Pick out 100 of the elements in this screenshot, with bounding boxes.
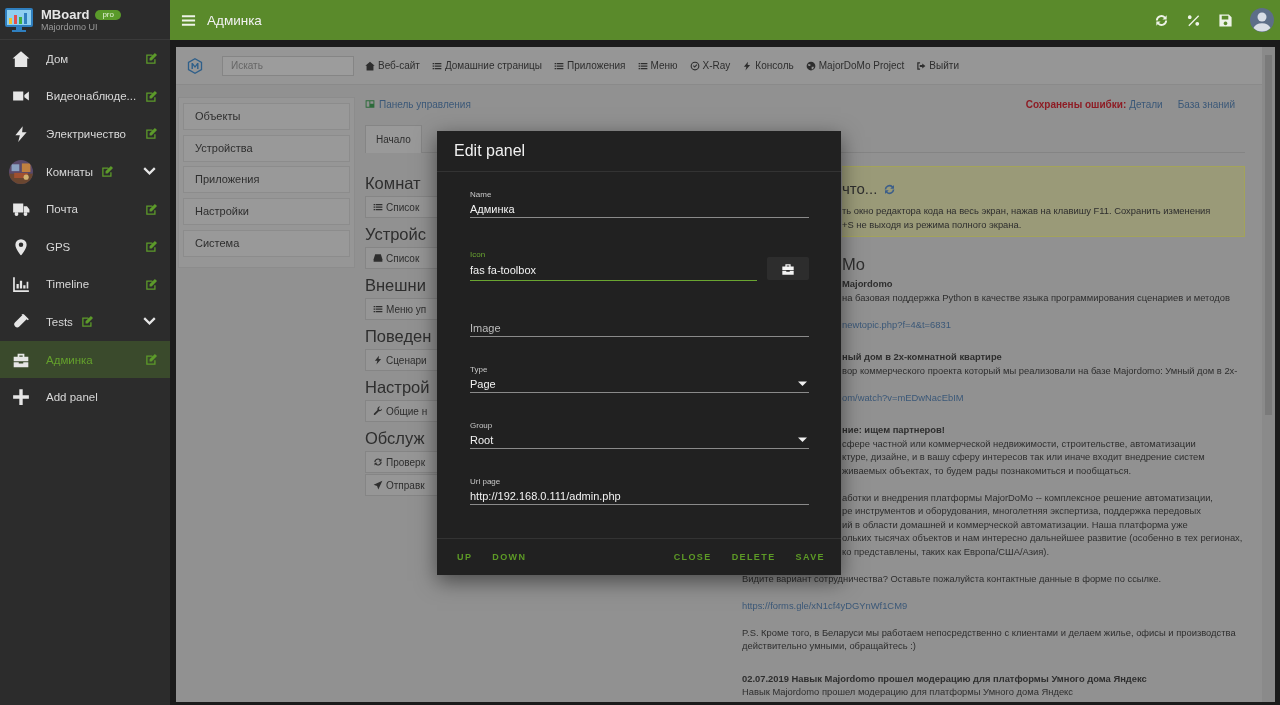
select-field[interactable]: Page — [470, 375, 796, 392]
news-text: вор коммерческого проекта который мы реализовали на базе Majordomo: Умный дом в 2х- — [842, 363, 1238, 377]
section-button[interactable]: Список — [365, 247, 437, 269]
save-icon[interactable] — [1218, 12, 1233, 28]
globe-icon — [805, 60, 816, 71]
edit-icon[interactable] — [145, 202, 158, 216]
nav-item[interactable]: Устройства — [183, 134, 350, 162]
refresh-icon[interactable] — [1154, 12, 1169, 28]
sidebar-item[interactable]: Add panel — [0, 378, 170, 416]
dialog-action-button[interactable]: DELETE — [721, 548, 786, 566]
list-icon — [554, 60, 564, 71]
notice-title: что... — [842, 179, 878, 199]
app-name: MBoard — [41, 7, 90, 22]
section-button[interactable]: Список — [365, 196, 437, 218]
section-heading: Устройс — [365, 224, 427, 244]
news-title: ный дом в 2х-комнатной квартире — [842, 350, 1002, 364]
toolbar-link[interactable]: Домашние страницы — [431, 60, 542, 71]
sidebar-item[interactable]: Комнаты — [0, 152, 170, 191]
edit-icon[interactable] — [145, 89, 158, 103]
plus-icon — [11, 388, 31, 407]
wrench-icon — [373, 406, 383, 416]
knowledge-base-link[interactable]: База знаний — [1177, 98, 1235, 110]
dialog-action-button[interactable]: DOWN — [482, 548, 537, 566]
news-text: на базовая поддержка Python в качестве языка программирования сценариев и методов — [842, 290, 1230, 304]
news-title: ние: ищем партнеров! — [842, 423, 945, 437]
text-field[interactable]: fas fa-toolbox — [470, 260, 757, 280]
news-link[interactable]: https://forms.gle/xN1cf4yDGYnWf1CM9 — [742, 598, 908, 612]
dialog-action-button[interactable]: CLOSE — [663, 548, 722, 566]
error-label: Сохранены ошибки: — [1025, 98, 1127, 110]
edit-icon[interactable] — [80, 315, 94, 329]
toolbar-link[interactable]: X-Ray — [689, 60, 731, 71]
toolbar-link[interactable]: Консоль — [742, 60, 794, 71]
text-field[interactable]: Image — [470, 319, 809, 336]
toolbar-link[interactable]: Приложения — [554, 60, 626, 71]
scrollbar[interactable] — [1262, 47, 1275, 702]
section-button[interactable]: Сценари — [365, 349, 437, 371]
list-icon — [431, 60, 442, 71]
select-field[interactable]: Root — [470, 431, 796, 448]
edit-icon[interactable] — [145, 353, 158, 367]
toolbar-link[interactable]: Выйти — [916, 60, 959, 71]
sidebar-item[interactable]: Tests — [0, 303, 170, 341]
news-text: аботки и внедрения платформы MajorDoMo -- комплексное решение автоматизации, ре инструментов и оборудования, многолетняя экспертиза, поддержка передовых ий в области домашней и коммерческой автоматизации. Наша платформа уже ольких тысячах объектов и нам интересно дальнейшее развитие (особенно в тех регионах, ко представлены, таких как Европа/США/Азия). — [842, 490, 1243, 558]
edit-icon[interactable] — [145, 240, 158, 254]
avatar-icon[interactable] — [1250, 8, 1274, 32]
refresh-icon[interactable] — [883, 182, 897, 196]
nav-item[interactable]: Объекты — [183, 103, 350, 130]
news-text: Навык Majordomo прошел модерацию для платформы Умного дома Яндекс — [742, 685, 1073, 699]
text-field[interactable]: http://192.168.0.111/admin.php — [470, 487, 809, 504]
notice-text: ть окно редактора кода на весь экран, нажав на клавишу F11. Сохранить изменения +S не выходя из режима полного экрана. — [842, 204, 1211, 231]
home-icon — [11, 49, 31, 68]
nav-item[interactable]: Приложения — [183, 166, 350, 194]
dialog-action-button[interactable]: UP — [447, 548, 483, 566]
sidebar-item[interactable]: Электричество — [0, 115, 170, 153]
menu-icon[interactable] — [181, 12, 196, 28]
sidebar-item[interactable]: Почта — [0, 190, 170, 228]
news-link[interactable]: newtopic.php?f=4&t=6831 — [842, 317, 951, 331]
tab[interactable]: Начало — [365, 125, 422, 153]
app-subtitle: Majordomo UI — [41, 22, 99, 32]
news-title: 02.07.2019 Навык Majordomo прошел модерацию для платформы Умного дома Яндекс — [742, 671, 1147, 685]
news-text: P.S. Кроме того, в Беларуси мы работаем непосредственно с клиентами и делаем жилье, офисы и производства действительно умными, обращайтесь :) — [742, 625, 1236, 653]
section-heading: Внешни — [365, 275, 427, 295]
edit-icon[interactable] — [145, 277, 158, 291]
news-heading: Mo — [842, 254, 866, 274]
text-field[interactable]: Админка — [470, 200, 809, 217]
section-button[interactable]: Отправк — [365, 474, 437, 496]
section-button[interactable]: Меню уп — [365, 298, 437, 320]
section-button[interactable]: Проверк — [365, 451, 437, 473]
section-button[interactable]: Общие н — [365, 400, 437, 422]
home-icon — [365, 60, 375, 71]
percent-icon[interactable] — [1186, 12, 1201, 28]
sidebar-item[interactable]: Видеонаблюде... — [0, 77, 170, 116]
sidebar-item[interactable]: GPS — [0, 227, 170, 266]
field-label: Icon — [470, 250, 486, 259]
sidebar-item[interactable]: Дом — [0, 40, 170, 78]
field-label: Name — [470, 190, 492, 199]
logo-icon[interactable] — [187, 57, 203, 74]
drive-icon — [373, 253, 383, 263]
news-title: Majordomo — [842, 277, 893, 291]
list-icon — [373, 202, 383, 212]
section-heading: Поведен — [365, 326, 433, 346]
edit-icon[interactable] — [101, 165, 115, 179]
toolbar-link[interactable]: Меню — [637, 60, 678, 71]
news-text: Видите вариант сотрудничества? Оставьте пожалуйста контактные данные в форме по ссылке. — [742, 571, 1162, 585]
toolbar-link[interactable]: Веб-сайт — [365, 60, 420, 71]
pro-badge: pro — [95, 9, 121, 20]
edit-icon[interactable] — [145, 127, 158, 141]
dialog-action-button[interactable]: SAVE — [785, 548, 835, 566]
edit-icon[interactable] — [145, 52, 158, 66]
list-icon — [637, 60, 648, 71]
nav-item[interactable]: Система — [183, 229, 350, 257]
sidebar-item[interactable]: Timeline — [0, 265, 170, 304]
section-heading: Настрой — [365, 377, 431, 397]
breadcrumb-link[interactable]: Панель управления — [365, 98, 471, 110]
nav-item[interactable]: Настройки — [183, 198, 350, 226]
icon-picker-button[interactable] — [767, 257, 809, 280]
news-link[interactable]: om/watch?v=mEDwNacEbIM — [842, 390, 964, 404]
lightning-icon — [373, 355, 383, 365]
list-icon — [373, 304, 383, 314]
sidebar-item[interactable]: Админка — [0, 340, 170, 379]
toolbar-link[interactable]: MajorDoMo Project — [805, 60, 905, 71]
